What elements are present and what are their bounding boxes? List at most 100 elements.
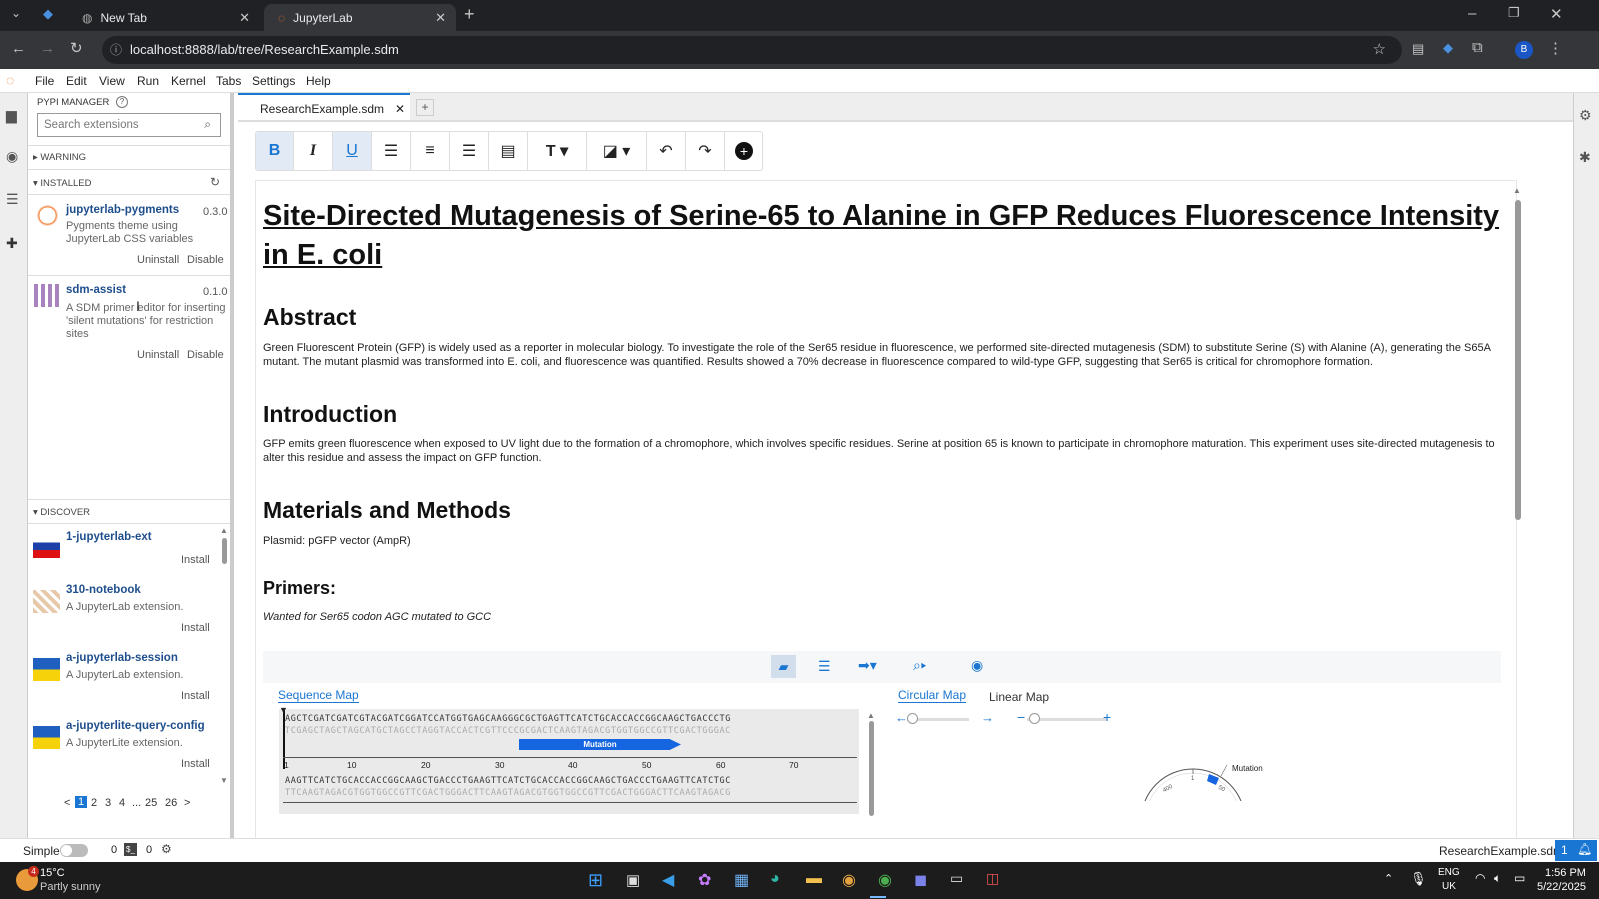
rotate-right-icon[interactable]: → [981, 710, 994, 725]
close-tab-icon[interactable]: ✕ [239, 10, 250, 26]
minimize-icon[interactable]: – [1468, 5, 1476, 22]
sequence-scrollbar[interactable] [869, 721, 874, 816]
scroll-up-icon[interactable]: ▲ [867, 711, 875, 720]
search-input[interactable]: Search extensions ⌕ [37, 113, 221, 137]
restore-icon[interactable]: ❐ [1508, 5, 1520, 21]
mutation-feature[interactable]: Mutation [519, 739, 681, 750]
store-icon[interactable]: ▦ [734, 870, 749, 890]
new-launcher-button[interactable]: + [416, 99, 434, 116]
align-left-button[interactable]: ☰ [372, 132, 411, 170]
vscode-icon[interactable]: ◀ [662, 870, 674, 890]
document-content[interactable]: Site-Directed Mutagenesis of Serine-65 t… [255, 186, 1515, 836]
undo-button[interactable]: ↶ [647, 132, 686, 170]
redo-button[interactable]: ↷ [686, 132, 725, 170]
view-eye-icon[interactable]: ◉ [971, 657, 983, 674]
forward-icon[interactable]: → [40, 40, 55, 57]
refresh-icon[interactable]: ↻ [210, 175, 220, 189]
start-icon[interactable]: ⊞ [588, 870, 603, 891]
tab-linear-map[interactable]: Linear Map [989, 690, 1049, 704]
scroll-down-icon[interactable]: ▼ [220, 776, 228, 785]
highlight-color-dropdown[interactable]: ◪ ▾ [587, 132, 647, 170]
extension-name[interactable]: 1-jupyterlab-ext [66, 531, 152, 543]
disable-button[interactable]: Disable [187, 254, 224, 266]
menu-run[interactable]: Run [137, 74, 159, 88]
annotation-tool-icon[interactable]: ▰ [771, 655, 796, 678]
show-hidden-icons[interactable]: ⌃ [1384, 872, 1393, 885]
page-25[interactable]: 25 [145, 797, 157, 809]
rotation-slider-thumb[interactable] [907, 713, 918, 724]
menu-edit[interactable]: Edit [66, 74, 87, 88]
terminal-count[interactable]: 0 [111, 844, 117, 856]
tab-new-tab[interactable]: ◍ New Tab ✕ [68, 4, 260, 31]
toc-icon[interactable]: ☰ [6, 191, 19, 208]
url-field[interactable]: ⓘ localhost:8888/lab/tree/ResearchExampl… [102, 36, 1402, 64]
align-center-button[interactable]: ≡ [411, 132, 450, 170]
page-prev[interactable]: < [64, 797, 70, 809]
battery-icon[interactable]: ▭ [1514, 871, 1525, 885]
insert-button[interactable]: + [725, 132, 763, 170]
pinned-tab-icon[interactable]: ◆ [43, 6, 53, 22]
reload-icon[interactable]: ↻ [70, 39, 83, 57]
chrome-canary-icon[interactable]: ◉ [842, 870, 856, 890]
new-tab-button[interactable]: + [464, 4, 475, 25]
extension-name[interactable]: a-jupyterlite-query-config [66, 720, 205, 732]
scroll-up-icon[interactable]: ▲ [220, 526, 228, 535]
back-icon[interactable]: ← [11, 40, 26, 57]
menu-settings[interactable]: Settings [252, 74, 295, 88]
profile-avatar[interactable]: B [1515, 41, 1533, 59]
extension-name[interactable]: a-jupyterlab-session [66, 652, 178, 664]
extension-name[interactable]: sdm-assist [66, 284, 126, 296]
extension-icon[interactable]: ◆ [1443, 40, 1453, 56]
italic-button[interactable]: I [294, 132, 333, 170]
close-document-icon[interactable]: ✕ [395, 102, 405, 116]
clock-date[interactable]: 5/22/2025 [1537, 881, 1586, 893]
edge-icon[interactable]: ◕ [770, 870, 780, 888]
snipping-tool-icon[interactable]: ◫ [986, 870, 999, 887]
extension-name[interactable]: jupyterlab-pygments [66, 204, 179, 216]
menu-help[interactable]: Help [306, 74, 331, 88]
install-button[interactable]: Install [181, 690, 210, 702]
teams-icon[interactable]: ◼ [914, 870, 927, 890]
running-icon[interactable]: ◉ [6, 148, 18, 165]
menu-kernel[interactable]: Kernel [171, 74, 206, 88]
bold-button[interactable]: B [256, 132, 294, 170]
zoom-in-icon[interactable]: + [1103, 709, 1111, 725]
page-2[interactable]: 2 [91, 797, 97, 809]
task-view-icon[interactable]: ▣ [626, 871, 640, 889]
close-tab-icon[interactable]: ✕ [435, 10, 446, 26]
tab-jupyterlab[interactable]: ◌ JupyterLab ✕ [264, 4, 456, 31]
page-4[interactable]: 4 [119, 797, 125, 809]
tab-circular-map[interactable]: Circular Map [898, 688, 967, 703]
page-3[interactable]: 3 [105, 797, 111, 809]
discover-scrollbar[interactable] [222, 538, 227, 564]
bookmark-star-icon[interactable]: ☆ [1373, 36, 1386, 64]
wifi-icon[interactable]: ◠ [1475, 871, 1485, 885]
text-lines-icon[interactable]: ☰ [818, 658, 831, 675]
underline-button[interactable]: U [333, 132, 372, 170]
menu-file[interactable]: File [35, 74, 54, 88]
region-label[interactable]: UK [1442, 881, 1456, 892]
install-button[interactable]: Install [181, 622, 210, 634]
search-sequence-icon[interactable]: ⌕▸ [913, 657, 926, 674]
reading-list-icon[interactable]: ▤ [1412, 41, 1424, 57]
zoom-out-icon[interactable]: − [1017, 709, 1025, 725]
language-label[interactable]: ENG [1438, 867, 1460, 878]
arrow-dropdown-icon[interactable]: ➡▾ [858, 657, 877, 674]
kernel-count[interactable]: 0 [146, 844, 152, 856]
installed-section-header[interactable]: ▾ INSTALLED [33, 178, 91, 189]
zoom-slider-thumb[interactable] [1029, 713, 1040, 724]
sequence-map[interactable]: ▼ AGCTCGATCGATCGTACGATCGGATCCATGGTGAGCAA… [279, 705, 859, 814]
microphone-icon[interactable]: 🎙︎ [1410, 871, 1427, 887]
menu-kebab-icon[interactable]: ⋮ [1548, 39, 1563, 57]
simple-mode-toggle[interactable] [60, 844, 88, 857]
volume-icon[interactable]: 🔈︎ [1494, 871, 1501, 886]
menu-view[interactable]: View [99, 74, 125, 88]
clock-time[interactable]: 1:56 PM [1545, 867, 1586, 879]
warning-section-header[interactable]: ▸ WARNING [33, 152, 86, 163]
disable-button[interactable]: Disable [187, 349, 224, 361]
page-next[interactable]: > [184, 797, 190, 809]
extensions-puzzle-icon[interactable]: ⧉ [1472, 39, 1483, 56]
folder-icon[interactable]: ▆ [6, 107, 17, 124]
scroll-up-icon[interactable]: ▲ [1513, 186, 1521, 195]
page-26[interactable]: 26 [165, 797, 177, 809]
